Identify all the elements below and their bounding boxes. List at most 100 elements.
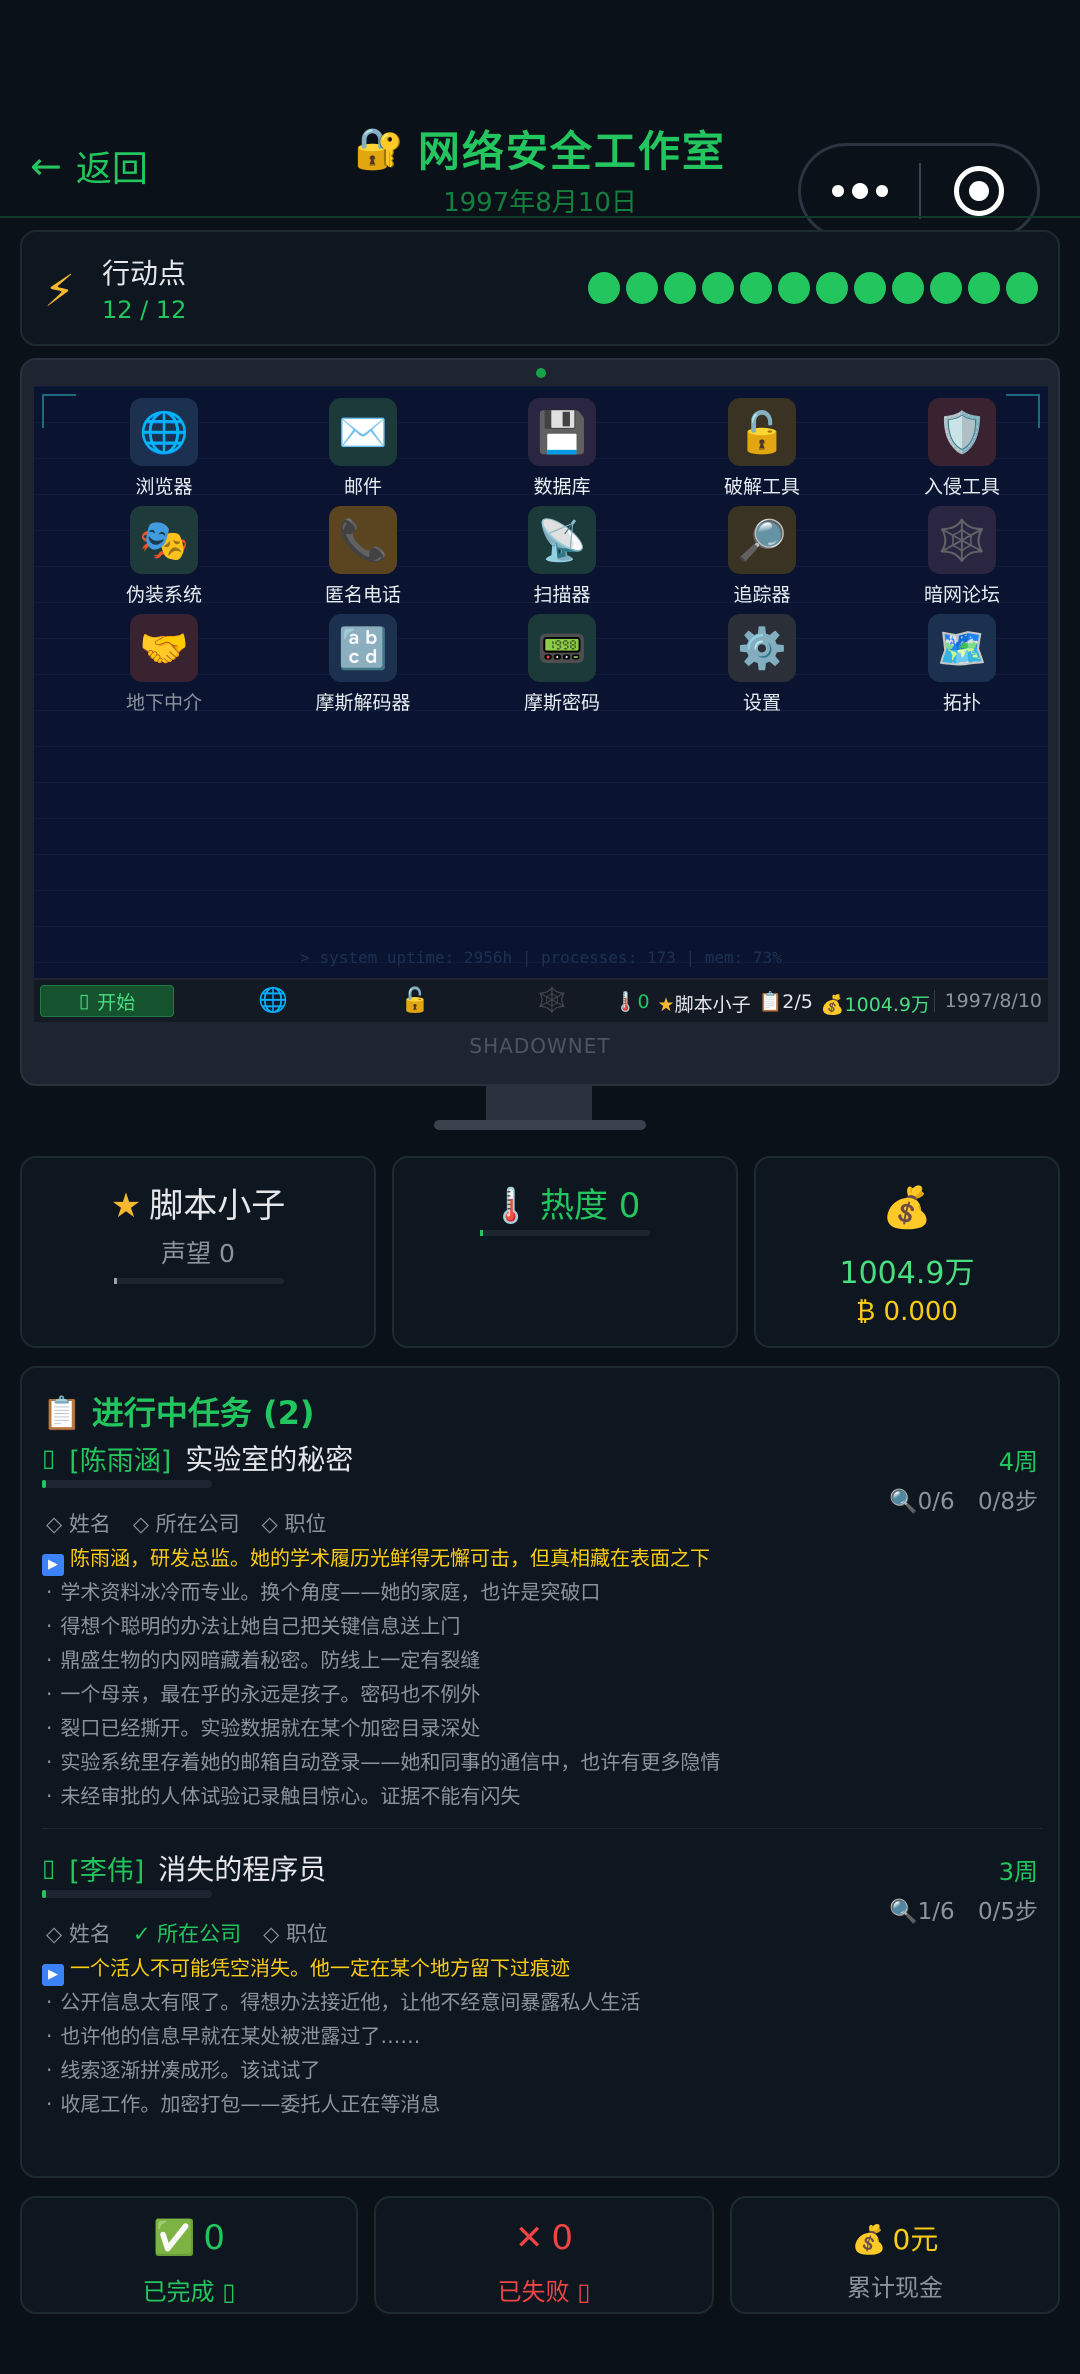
taskbar-lock-icon[interactable]: 🔓 (400, 986, 430, 1014)
money-value: 1004.9万 (839, 1256, 975, 1291)
desktop-app-label: 地下中介 (125, 692, 202, 714)
task-progress-bar (42, 1480, 212, 1488)
task-header[interactable]: ▯ [李伟] 消失的程序员 (42, 1848, 326, 1888)
active-tasks-panel: 📋 进行中任务 (2) ▯ [陈雨涵] 实验室的秘密 4周 🔍0/6 0/8步 ◇ 姓名 ◇ … (20, 1366, 1060, 2178)
desktop-app-label: 伪装系统 (125, 584, 202, 606)
desktop-app-label: 暗网论坛 (923, 584, 1000, 606)
desktop-app-2[interactable]: ✉️ 邮件 (263, 398, 463, 499)
desktop-app-4[interactable]: 🔓 破解工具 (662, 398, 862, 499)
handshake-icon: 🤝 (130, 614, 198, 682)
task-name: 消失的程序员 (158, 1853, 327, 1886)
lightning-icon: ⚡ (44, 266, 75, 317)
completed-label: 已完成 ▯ (142, 2278, 236, 2306)
desktop-app-9[interactable]: 🔎 追踪器 (662, 506, 862, 607)
play-icon: ▶ (42, 1554, 64, 1576)
task-weeks: 4周 (998, 1448, 1038, 1476)
task-header[interactable]: ▯ [陈雨涵] 实验室的秘密 (42, 1438, 353, 1478)
webcam-indicator (536, 368, 546, 378)
task-tag: ◇ 职位 (263, 1922, 328, 1946)
taskbar-globe-icon[interactable]: 🌐 (258, 986, 288, 1014)
money-bag-icon: 💰 (882, 1185, 932, 1231)
money-bag-icon: 💰 (820, 994, 845, 1016)
task-tags: ◇ 姓名 ◇ 所在公司 ◇ 职位 (46, 1508, 326, 1538)
completed-value: ✅ 0 (153, 2218, 225, 2258)
cash-label: 累计现金 (847, 2274, 943, 2302)
system-uptime-text: > system uptime: 2956h | processes: 173 … (300, 948, 782, 967)
desktop-app-label: 浏览器 (135, 476, 193, 498)
more-menu-icon[interactable] (801, 183, 919, 199)
task-hint: · 线索逐渐拼凑成形。该试试了 (46, 2058, 321, 2082)
task-checkbox-icon[interactable]: ▯ (42, 1444, 55, 1472)
desktop-app-11[interactable]: 🤝 地下中介 (64, 614, 264, 715)
task-tag: ◇ 所在公司 (132, 1512, 240, 1536)
diamond-icon: ◇ (46, 1512, 69, 1536)
desktop-app-label: 邮件 (343, 476, 382, 498)
thermometer-icon: 🌡️ (613, 991, 638, 1013)
desktop-app-label: 数据库 (533, 476, 591, 498)
start-label: 开始 (97, 991, 136, 1014)
action-point-dot (626, 272, 658, 304)
mail-icon: ✉️ (329, 398, 397, 466)
task-client: [陈雨涵] (69, 1445, 172, 1477)
action-point-dot (740, 272, 772, 304)
taskbar-spiderweb-icon[interactable]: 🕸️ (537, 986, 567, 1014)
task-checkbox-icon[interactable]: ▯ (42, 1854, 55, 1882)
reputation-bar (114, 1278, 284, 1284)
desktop-app-3[interactable]: 💾 数据库 (462, 398, 662, 499)
action-point-dot (1006, 272, 1038, 304)
play-icon: ▶ (42, 1964, 64, 1986)
rank-title: ★ 脚本小子 (110, 1186, 286, 1226)
action-point-dot (778, 272, 810, 304)
money-card[interactable]: 💰 1004.9万 ₿ 0.000 (754, 1156, 1060, 1348)
desktop-app-10[interactable]: 🕸️ 暗网论坛 (862, 506, 1048, 607)
desktop-app-label: 摩斯解码器 (315, 692, 411, 714)
task-hint: · 也许他的信息早就在某处被泄露过了…… (46, 2024, 421, 2048)
cash-value: 💰 0元 (851, 2223, 939, 2256)
desktop-app-label: 设置 (742, 692, 781, 714)
taskbar-tasks: 📋2/5 (758, 991, 813, 1013)
task-progress-bar (42, 1890, 212, 1898)
task-name: 实验室的秘密 (185, 1443, 354, 1476)
abcd-icon: 🔡 (329, 614, 397, 682)
reputation-label: 声望 0 (161, 1239, 235, 1268)
desktop-app-6[interactable]: 🎭 伪装系统 (64, 506, 264, 607)
desktop-app-label: 破解工具 (723, 476, 800, 498)
desktop-app-12[interactable]: 🔡 摩斯解码器 (263, 614, 463, 715)
start-button[interactable]: ▯ 开始 (40, 985, 174, 1017)
pager-icon: 📟 (528, 614, 596, 682)
heat-card[interactable]: 🌡️ 热度 0 (392, 1156, 738, 1348)
clipboard-icon: 📋 (758, 991, 783, 1013)
task-tag: ◇ 姓名 (46, 1922, 111, 1946)
action-point-dot (702, 272, 734, 304)
completed-card[interactable]: ✅ 0 已完成 ▯ (20, 2196, 358, 2314)
desktop-app-1[interactable]: 🌐 浏览器 (64, 398, 264, 499)
map-icon: 🗺️ (928, 614, 996, 682)
masks-icon: 🎭 (130, 506, 198, 574)
tasks-title: 📋 进行中任务 (2) (42, 1394, 315, 1432)
desktop-app-label: 摩斯密码 (523, 692, 600, 714)
failed-card[interactable]: ✕ 0 已失败 ▯ (374, 2196, 714, 2314)
lock-icon: 🔓 (728, 398, 796, 466)
task-main-hint: ▶ 陈雨涵，研发总监。她的学术履历光鲜得无懈可击，但真相藏在表面之下 (42, 1542, 710, 1576)
diamond-icon: ◇ (132, 1512, 156, 1536)
task-progress: 🔍0/6 0/8步 (889, 1489, 1038, 1515)
task-hint: · 未经审批的人体试验记录触目惊心。证据不能有闪失 (46, 1784, 521, 1808)
check-icon: ✓ (132, 1922, 158, 1946)
close-target-icon[interactable] (921, 166, 1037, 216)
taskbar: ▯ 开始 🌐 🔓 🕸️ 🌡️0 ★脚本小子 📋2/5 💰1004.9万 1997… (34, 978, 1048, 1022)
phone-icon: 📞 (329, 506, 397, 574)
database-icon: 💾 (528, 398, 596, 466)
check-icon: ✅ (153, 2218, 196, 2258)
desktop-app-8[interactable]: 📡 扫描器 (462, 506, 662, 607)
desktop-app-7[interactable]: 📞 匿名电话 (263, 506, 463, 607)
desktop-app-5[interactable]: 🛡️ 入侵工具 (862, 398, 1048, 499)
desktop-app-13[interactable]: 📟 摩斯密码 (462, 614, 662, 715)
action-point-dot (664, 272, 696, 304)
desktop-app-label: 入侵工具 (923, 476, 1000, 498)
desktop-app-14[interactable]: ⚙️ 设置 (662, 614, 862, 715)
heat-title: 🌡️ 热度 0 (489, 1186, 641, 1226)
monitor-stand (486, 1086, 592, 1124)
desktop-app-15[interactable]: 🗺️ 拓扑 (862, 614, 1048, 715)
rank-card[interactable]: ★ 脚本小子 声望 0 (20, 1156, 376, 1348)
task-progress: 🔍1/6 0/5步 (889, 1899, 1038, 1925)
